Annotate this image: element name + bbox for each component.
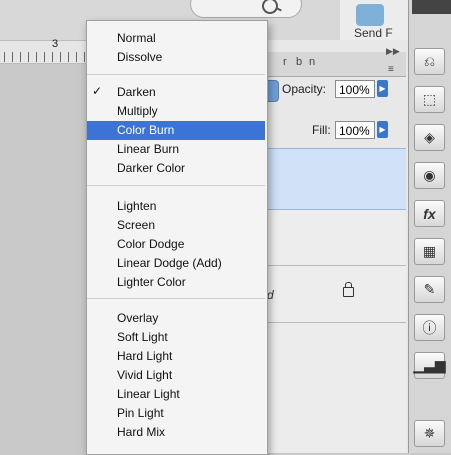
tab-fragment[interactable]: b — [296, 56, 302, 68]
menu-item-screen[interactable]: Screen — [87, 216, 265, 235]
ruler-number: 3 — [52, 38, 59, 50]
menu-item-soft-light[interactable]: Soft Light — [87, 328, 265, 347]
layer-row[interactable] — [262, 210, 406, 266]
menu-item-darken[interactable]: Darken — [87, 83, 265, 102]
info-icon[interactable]: ⓘ — [414, 314, 445, 341]
menu-item-lighter-color[interactable]: Lighter Color — [87, 273, 265, 292]
swatches-icon[interactable]: ▦ — [414, 238, 445, 265]
menu-item-color-dodge[interactable]: Color Dodge — [87, 235, 265, 254]
fx-styles-icon[interactable]: fx — [414, 200, 445, 227]
tab-fragment[interactable]: r — [283, 56, 287, 68]
menu-item-pin-light[interactable]: Pin Light — [87, 404, 265, 423]
fill-label: Fill: — [312, 123, 331, 137]
histogram-icon[interactable]: ▁▃▆ — [413, 352, 446, 379]
menu-item-multiply[interactable]: Multiply — [87, 102, 265, 121]
menu-item-linear-dodge[interactable]: Linear Dodge (Add) — [87, 254, 265, 273]
layers-icon[interactable]: ◈ — [414, 124, 445, 151]
fill-input[interactable]: 100% — [335, 121, 375, 139]
ruler-ticks — [4, 52, 86, 62]
layer-row-selected[interactable] — [262, 148, 406, 210]
history-icon[interactable]: ⎌ — [414, 48, 445, 75]
lock-icon — [343, 282, 354, 297]
tab-fragment[interactable]: n — [309, 56, 315, 68]
opacity-stepper[interactable]: ▶ — [377, 80, 388, 97]
fill-stepper[interactable]: ▶ — [377, 121, 388, 138]
layers-empty-area — [262, 323, 406, 453]
menu-item-lighten[interactable]: Lighten — [87, 197, 265, 216]
send-icon — [356, 4, 384, 26]
brushes-icon[interactable]: ✎ — [414, 276, 445, 303]
menu-item-overlay[interactable]: Overlay — [87, 309, 265, 328]
layer-row[interactable] — [262, 266, 406, 323]
layer-name: d — [267, 288, 274, 302]
menu-item-vivid-light[interactable]: Vivid Light — [87, 366, 265, 385]
navigator-icon[interactable]: ✵ — [414, 420, 445, 447]
menu-item-darker-color[interactable]: Darker Color — [87, 159, 265, 178]
menu-item-dissolve[interactable]: Dissolve — [87, 48, 265, 67]
menu-item-color-burn[interactable]: Color Burn — [87, 121, 265, 140]
dock-header[interactable] — [412, 0, 451, 14]
send-label: Send F — [354, 26, 393, 40]
opacity-input[interactable]: 100% — [335, 80, 375, 98]
panel-collapse-icon[interactable]: ▶▶ — [386, 46, 400, 57]
blend-mode-menu: Normal Dissolve Darken Multiply Color Bu… — [86, 20, 268, 455]
panel-menu-icon[interactable]: ≡ — [388, 64, 394, 75]
search-field[interactable] — [190, 0, 302, 18]
menu-item-linear-light[interactable]: Linear Light — [87, 385, 265, 404]
menu-separator — [87, 185, 265, 186]
menu-item-normal[interactable]: Normal — [87, 29, 265, 48]
channels-icon[interactable]: ◉ — [414, 162, 445, 189]
menu-item-hard-mix[interactable]: Hard Mix — [87, 423, 265, 442]
menu-separator — [87, 74, 265, 75]
canvas-area[interactable] — [0, 64, 90, 453]
checkmark-icon: ✓ — [92, 84, 103, 98]
menu-item-linear-burn[interactable]: Linear Burn — [87, 140, 265, 159]
menu-item-hard-light[interactable]: Hard Light — [87, 347, 265, 366]
menu-separator — [87, 298, 265, 299]
opacity-label: Opacity: — [282, 82, 327, 96]
transform-icon[interactable]: ⬚ — [414, 86, 445, 113]
